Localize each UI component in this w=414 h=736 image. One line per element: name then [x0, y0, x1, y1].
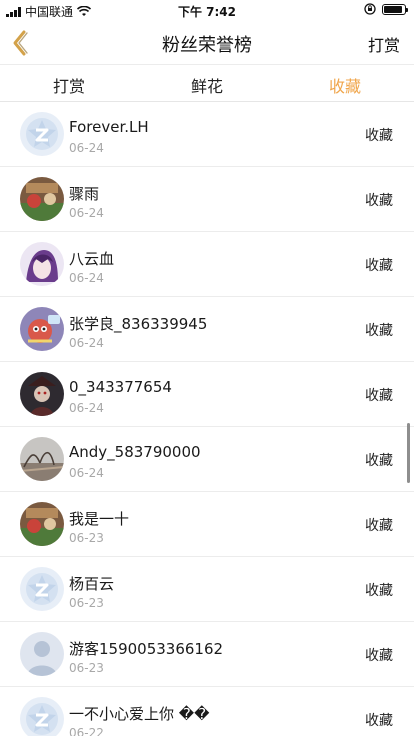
fan-date: 06-24	[69, 271, 104, 285]
fan-name: 游客1590053366162	[69, 640, 224, 658]
tab-bar: 打赏 鲜花 收藏	[0, 64, 414, 102]
favorite-label: 收藏	[365, 258, 393, 274]
favorite-label: 收藏	[365, 453, 393, 469]
list-item[interactable]: 骤雨 06-24 收藏	[0, 167, 414, 232]
avatar[interactable]	[20, 697, 64, 736]
fan-name: 八云血	[69, 250, 115, 268]
favorite-label: 收藏	[365, 518, 393, 534]
tab-reward[interactable]: 打赏	[0, 65, 138, 101]
avatar[interactable]	[20, 502, 64, 546]
status-time: 下午 7:42	[177, 5, 237, 19]
reward-button[interactable]: 打赏	[368, 32, 400, 56]
status-right	[364, 3, 408, 15]
tab-flowers[interactable]: 鲜花	[138, 65, 276, 101]
fan-date: 06-23	[69, 531, 104, 545]
avatar[interactable]	[20, 177, 64, 221]
favorite-label: 收藏	[365, 193, 393, 209]
avatar[interactable]	[20, 632, 64, 676]
avatar[interactable]	[20, 242, 64, 286]
fan-date: 06-24	[69, 401, 104, 415]
fan-date: 06-24	[69, 466, 104, 480]
tab-favorites[interactable]: 收藏	[276, 65, 414, 101]
fan-date: 06-23	[69, 661, 104, 675]
fan-name: 我是一十	[69, 510, 130, 528]
fan-name: 一不小心爱上你 ��	[69, 705, 210, 723]
status-bar: 中国联通 下午 7:42	[0, 0, 414, 20]
fan-name: 骤雨	[69, 185, 100, 203]
list-item[interactable]: 我是一十 06-23 收藏	[0, 492, 414, 557]
favorite-label: 收藏	[365, 648, 393, 664]
fan-name: 张学良_836339945	[69, 315, 208, 333]
list-item[interactable]: Forever.LH 06-24 收藏	[0, 102, 414, 167]
fan-name: 0_343377654	[69, 378, 172, 396]
fan-list[interactable]: Forever.LH 06-24 收藏 骤雨 06-24 收藏 八云血 06-24 收藏 张学良_…	[0, 102, 414, 736]
scrollbar[interactable]	[407, 423, 410, 483]
list-item[interactable]: 杨百云 06-23 收藏	[0, 557, 414, 622]
orientation-lock-icon	[364, 3, 376, 15]
fan-date: 06-22	[69, 726, 104, 736]
avatar[interactable]	[20, 372, 64, 416]
list-item[interactable]: 一不小心爱上你 �� 06-22 收藏	[0, 687, 414, 736]
avatar[interactable]	[20, 437, 64, 481]
fan-date: 06-24	[69, 206, 104, 220]
fan-name: Forever.LH	[69, 118, 149, 136]
fan-date: 06-23	[69, 596, 104, 610]
favorite-label: 收藏	[365, 388, 393, 404]
fan-date: 06-24	[69, 141, 104, 155]
page-title: 粉丝荣誉榜	[162, 35, 252, 56]
favorite-label: 收藏	[365, 713, 393, 729]
fan-name: 杨百云	[69, 575, 115, 593]
favorite-label: 收藏	[365, 583, 393, 599]
navigation-bar: 粉丝荣誉榜 打赏	[0, 20, 414, 64]
avatar[interactable]	[20, 112, 64, 156]
battery-icon	[382, 3, 408, 15]
list-item[interactable]: Andy_583790000 06-24 收藏	[0, 427, 414, 492]
list-item[interactable]: 0_343377654 06-24 收藏	[0, 362, 414, 427]
fan-name: Andy_583790000	[69, 443, 201, 461]
favorite-label: 收藏	[365, 323, 393, 339]
list-item[interactable]: 游客1590053366162 06-23 收藏	[0, 622, 414, 687]
avatar[interactable]	[20, 307, 64, 351]
avatar[interactable]	[20, 567, 64, 611]
fan-date: 06-24	[69, 336, 104, 350]
list-item[interactable]: 张学良_836339945 06-24 收藏	[0, 297, 414, 362]
battery-level	[384, 5, 402, 13]
list-item[interactable]: 八云血 06-24 收藏	[0, 232, 414, 297]
favorite-label: 收藏	[365, 128, 393, 144]
